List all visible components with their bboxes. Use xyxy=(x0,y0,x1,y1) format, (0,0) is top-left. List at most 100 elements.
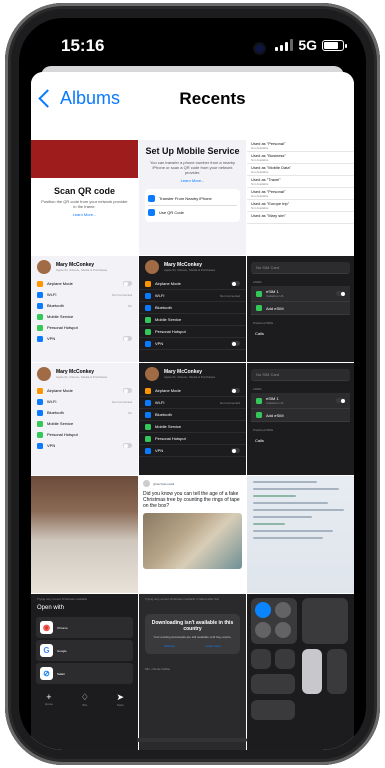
airplane-icon xyxy=(37,387,43,394)
settings-row: Mobile Service xyxy=(31,418,138,429)
settings-row: Airplane Mode xyxy=(31,385,138,396)
battery-icon xyxy=(322,39,347,51)
photo-thumb-settings-light[interactable]: Mary McConkey Apple ID, iCloud+, Media & … xyxy=(31,256,138,362)
settings-row: Mobile Service xyxy=(139,421,246,433)
no-sim-row: No SIM Card xyxy=(251,262,350,274)
avatar xyxy=(37,260,51,274)
antenna-icon xyxy=(37,420,43,427)
avatar xyxy=(145,260,159,274)
wifi-icon xyxy=(37,398,43,405)
antenna-icon xyxy=(145,316,151,323)
photo-thumb-download-unavailable[interactable]: Trying very recent christmas cocktails I… xyxy=(139,594,246,750)
photo-thumb-setup-mobile[interactable]: Set Up Mobile Service You can transfer a… xyxy=(139,140,246,255)
setup-option: Transfer From Nearby iPhone xyxy=(148,192,237,206)
preferred-sims-header: Preferred SIMs xyxy=(253,321,274,325)
bluetooth-icon xyxy=(145,304,151,311)
signal-icon xyxy=(275,39,294,51)
download-caption: Trying very recent christmas cocktails I… xyxy=(145,597,219,601)
status-bar: 15:16 5G xyxy=(19,18,366,68)
antenna-icon xyxy=(145,423,151,430)
plus-icon: + xyxy=(46,692,52,702)
wifi-icon xyxy=(255,602,271,618)
toggle xyxy=(123,281,132,286)
avatar xyxy=(37,367,51,381)
list-item: Used as "Mary sim" xyxy=(247,212,354,224)
qr-subtitle: Position the QR code from your network p… xyxy=(41,199,128,209)
list-item: Used as "Europe trip" Not Available xyxy=(247,200,354,212)
setup-learn-more: Learn More... xyxy=(180,178,205,183)
photo-thumb-tweet[interactable]: @tetchyknowall Did you know you can tell… xyxy=(139,476,246,593)
photo-thumb-esim-dark-2[interactable]: No SIM Card eSIMs eSIM 1 Vodafone UK Add … xyxy=(247,363,354,475)
photo-thumb-scan-qr[interactable]: Scan QR code Position the QR code from y… xyxy=(31,140,138,255)
esim-section-header: eSIMs xyxy=(253,387,262,391)
photo-thumb-settings-dark-2[interactable]: Mary McConkey Apple ID, iCloud+, Media & … xyxy=(139,363,246,475)
toggle xyxy=(231,388,240,393)
settings-row: Wi-Fi Not Connected xyxy=(31,396,138,407)
esim-section-header: eSIMs xyxy=(253,280,262,284)
photo-picker-sheet: Albums Recents Scan QR code Position the… xyxy=(31,72,354,750)
settings-row: VPN xyxy=(31,440,138,451)
open-with-caption: Trying very recent christmas cocktails xyxy=(37,597,87,601)
settings-row: Personal Hotspot xyxy=(139,326,246,338)
settings-row: Airplane Mode xyxy=(31,278,138,289)
preferred-sims-header: Preferred SIMs xyxy=(253,428,274,432)
volume-slider xyxy=(327,649,347,694)
profile-row: Mary McConkey Apple ID, iCloud+, Media & … xyxy=(31,363,138,385)
hotspot-icon xyxy=(37,324,43,331)
settings-row: Personal Hotspot xyxy=(31,429,138,440)
calls-row: Calls xyxy=(255,438,264,443)
settings-row: Bluetooth xyxy=(139,302,246,314)
photo-thumb-box-on-table[interactable] xyxy=(31,476,138,593)
bluetooth-icon xyxy=(37,302,43,309)
wifi-icon xyxy=(145,399,151,406)
esim-icon xyxy=(256,412,262,418)
photo-thumb-open-with[interactable]: Trying very recent christmas cocktails O… xyxy=(31,594,138,750)
photo-thumb-settings-dark[interactable]: Mary McConkey Apple ID, iCloud+, Media & … xyxy=(139,256,246,362)
settings-row: Personal Hotspot xyxy=(31,322,138,333)
photo-thumb-document[interactable] xyxy=(247,476,354,593)
toggle xyxy=(231,341,240,346)
tweet-text: Did you know you can tell the age of a f… xyxy=(143,491,240,509)
cellular-icon xyxy=(275,622,291,638)
media-tile xyxy=(302,598,348,644)
toggle xyxy=(336,291,345,296)
page-title: Recents xyxy=(179,89,246,108)
hotspot-icon xyxy=(145,435,151,442)
profile-row: Mary McConkey Apple ID, iCloud+, Media & … xyxy=(31,256,138,278)
airplane-icon xyxy=(145,280,151,287)
photo-thumb-control-center[interactable] xyxy=(247,594,354,750)
settings-row: Bluetooth On xyxy=(31,300,138,311)
home-tile xyxy=(251,700,295,720)
esim-row: eSIM 1 Vodafone UK xyxy=(251,286,350,302)
photo-thumb-settings-light-2[interactable]: Mary McConkey Apple ID, iCloud+, Media & … xyxy=(31,363,138,475)
photo-thumb-line-labels[interactable]: Used as "Personal" Not Available Used as … xyxy=(247,140,354,255)
qr-title: Scan QR code xyxy=(53,186,116,196)
vpn-icon xyxy=(145,447,151,454)
settings-row: Personal Hotspot xyxy=(139,433,246,445)
toggle xyxy=(231,448,240,453)
toggle xyxy=(123,336,132,341)
status-time: 15:16 xyxy=(61,36,105,55)
qr-icon xyxy=(148,209,155,216)
bluetooth-icon xyxy=(275,602,291,618)
download-footer: Mix • Nicole Reffan xyxy=(145,667,171,671)
photo-thumb-esim-dark[interactable]: No SIM Card eSIMs eSIM 1 Vodafone UK Add … xyxy=(247,256,354,362)
hotspot-icon xyxy=(145,328,151,335)
app-option: ◉ Chrome xyxy=(36,617,133,638)
qr-camera-preview xyxy=(31,140,138,178)
settings-row: Wi-Fi Not Connected xyxy=(139,290,246,302)
settings-row: Wi-Fi Not Connected xyxy=(139,397,246,409)
calls-row: Calls xyxy=(255,331,264,336)
list-item: Used as "Business" Not Available xyxy=(247,152,354,164)
profile-row: Mary McConkey Apple ID, iCloud+, Media & … xyxy=(139,256,246,278)
phone-screen: 15:16 5G Albums Recents Scan QR code Pos… xyxy=(19,18,366,750)
setup-subtitle: You can transfer a phone number from a n… xyxy=(149,160,235,175)
settings-row: Airplane Mode xyxy=(139,278,246,290)
settings-row: Bluetooth xyxy=(139,409,246,421)
app-option: ⊘ Safari xyxy=(36,663,133,684)
chrome-icon: ◉ xyxy=(40,621,53,634)
wifi-icon xyxy=(37,291,43,298)
drop-icon: ♢ xyxy=(80,692,89,702)
safari-icon: ⊘ xyxy=(40,667,53,680)
list-item: Used as "Travel" Not Available xyxy=(247,176,354,188)
